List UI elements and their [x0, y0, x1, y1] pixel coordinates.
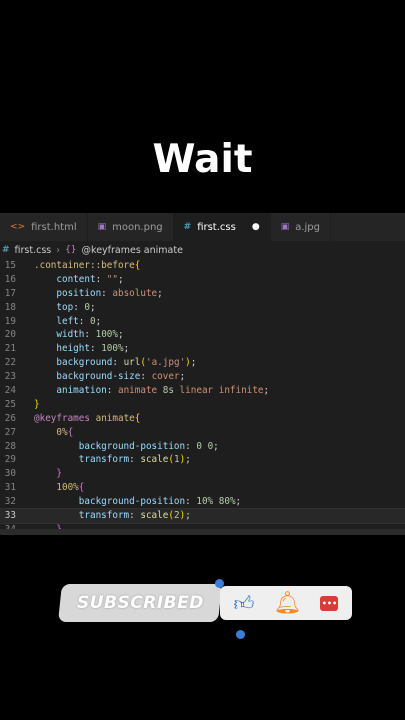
css-file-icon: #	[183, 222, 192, 232]
line-number: 26	[4, 412, 16, 424]
line-number: 28	[4, 440, 16, 452]
code-text: background-size: cover;	[56, 371, 186, 383]
code-line[interactable]: 19 left: 0;	[0, 315, 405, 329]
unsaved-dot-icon[interactable]: ●	[252, 222, 260, 232]
editor-tab-bar: <> first.html ▣ moon.png # first.css ● ▣…	[0, 213, 405, 241]
line-number: 30	[4, 468, 16, 480]
subscribe-banner: SUBSCRIBED 👍︎ 🔔︎ •••	[58, 578, 352, 630]
code-line[interactable]: 21 height: 100%;	[0, 342, 405, 356]
code-text: position: absolute;	[56, 287, 163, 299]
code-line[interactable]: 32 background-position: 10% 80%;	[0, 495, 405, 509]
tab-moon-png[interactable]: ▣ moon.png	[88, 213, 174, 241]
line-number: 33	[4, 510, 16, 522]
subscribe-button[interactable]: SUBSCRIBED	[58, 584, 222, 622]
tab-a-jpg[interactable]: ▣ a.jpg	[271, 213, 331, 241]
code-text: content: "";	[56, 273, 124, 285]
tab-label: a.jpg	[295, 221, 320, 233]
css-file-icon: #	[2, 245, 10, 255]
bell-icon[interactable]: 🔔︎	[273, 591, 301, 616]
tab-label: first.css	[197, 221, 236, 233]
code-line[interactable]: 16 content: "";	[0, 273, 405, 287]
code-line[interactable]: 26 @keyframes animate{	[0, 412, 405, 426]
code-area[interactable]: 15 .container::before{16 content: ""; 17 p…	[0, 259, 405, 529]
code-text: transform: scale(2);	[78, 510, 191, 522]
line-number: 24	[4, 385, 16, 397]
code-line[interactable]: 33 transform: scale(2);	[0, 508, 405, 524]
code-line[interactable]: 20 width: 100%;	[0, 328, 405, 342]
line-number: 16	[4, 273, 16, 285]
line-number: 22	[4, 357, 16, 369]
code-text: 100%{	[56, 482, 85, 494]
code-line[interactable]: 27 0%{	[0, 426, 405, 440]
like-icon[interactable]: 👍︎	[234, 591, 255, 616]
chevron-right-icon: ›	[56, 244, 61, 256]
breadcrumb-file[interactable]: first.css	[15, 245, 52, 256]
line-number: 19	[4, 315, 16, 327]
code-line[interactable]: 25}	[0, 398, 405, 412]
breadcrumb: # first.css › {} @keyframes animate	[0, 241, 405, 259]
code-text: background-position: 0 0;	[78, 440, 219, 452]
code-line[interactable]: 29 transform: scale(1);	[0, 453, 405, 467]
code-text: 0%{	[56, 426, 74, 438]
line-number: 27	[4, 426, 16, 438]
line-number: 17	[4, 287, 16, 299]
subscribe-label: SUBSCRIBED	[76, 593, 204, 613]
code-line[interactable]: 18 top: 0;	[0, 301, 405, 315]
decor-dot	[236, 630, 245, 639]
code-text: @keyframes animate{	[34, 412, 141, 424]
subscribe-icons: 👍︎ 🔔︎ •••	[220, 586, 352, 620]
line-number: 21	[4, 343, 16, 355]
code-text: }	[56, 468, 62, 480]
line-number: 31	[4, 482, 16, 494]
comment-icon[interactable]: •••	[320, 595, 339, 611]
line-number: 20	[4, 329, 16, 341]
code-text: height: 100%;	[56, 343, 130, 355]
line-number: 18	[4, 301, 16, 313]
code-line[interactable]: 31 100%{	[0, 481, 405, 495]
line-number: 25	[4, 398, 16, 410]
code-line[interactable]: 22 background: url('a.jpg');	[0, 356, 405, 370]
image-file-icon: ▣	[97, 222, 107, 232]
tab-first-html[interactable]: <> first.html	[0, 213, 88, 241]
line-number: 23	[4, 371, 16, 383]
tab-label: moon.png	[112, 221, 163, 233]
overlay-title: Wait	[152, 137, 253, 182]
code-text: width: 100%;	[56, 329, 124, 341]
code-line[interactable]: 15 .container::before{	[0, 259, 405, 273]
html-file-icon: <>	[10, 222, 26, 232]
code-text: background: url('a.jpg');	[56, 357, 197, 369]
code-text: transform: scale(1);	[78, 454, 191, 466]
line-number: 29	[4, 454, 16, 466]
code-line[interactable]: 24 animation: animate 8s linear infinite…	[0, 384, 405, 398]
breadcrumb-symbol[interactable]: @keyframes animate	[82, 245, 183, 256]
code-text: left: 0;	[56, 315, 102, 327]
line-number: 15	[4, 260, 16, 271]
tab-label: first.html	[31, 221, 77, 233]
code-line[interactable]: 17 position: absolute;	[0, 287, 405, 301]
code-text: .container::before{	[34, 260, 141, 271]
code-line[interactable]: 30 }	[0, 467, 405, 481]
line-number: 32	[4, 496, 16, 508]
keyframes-symbol-icon: {}	[65, 245, 77, 255]
decor-dot	[215, 579, 224, 588]
code-line[interactable]: 28 background-position: 0 0;	[0, 440, 405, 454]
code-text: }	[34, 398, 40, 410]
image-file-icon: ▣	[280, 222, 290, 232]
code-text: animation: animate 8s linear infinite;	[56, 385, 270, 397]
code-editor: <> first.html ▣ moon.png # first.css ● ▣…	[0, 213, 405, 535]
code-text: top: 0;	[56, 301, 96, 313]
code-line[interactable]: 23 background-size: cover;	[0, 370, 405, 384]
tab-first-css[interactable]: # first.css ●	[173, 213, 271, 241]
status-bar	[0, 529, 405, 535]
code-text: background-position: 10% 80%;	[78, 496, 242, 508]
